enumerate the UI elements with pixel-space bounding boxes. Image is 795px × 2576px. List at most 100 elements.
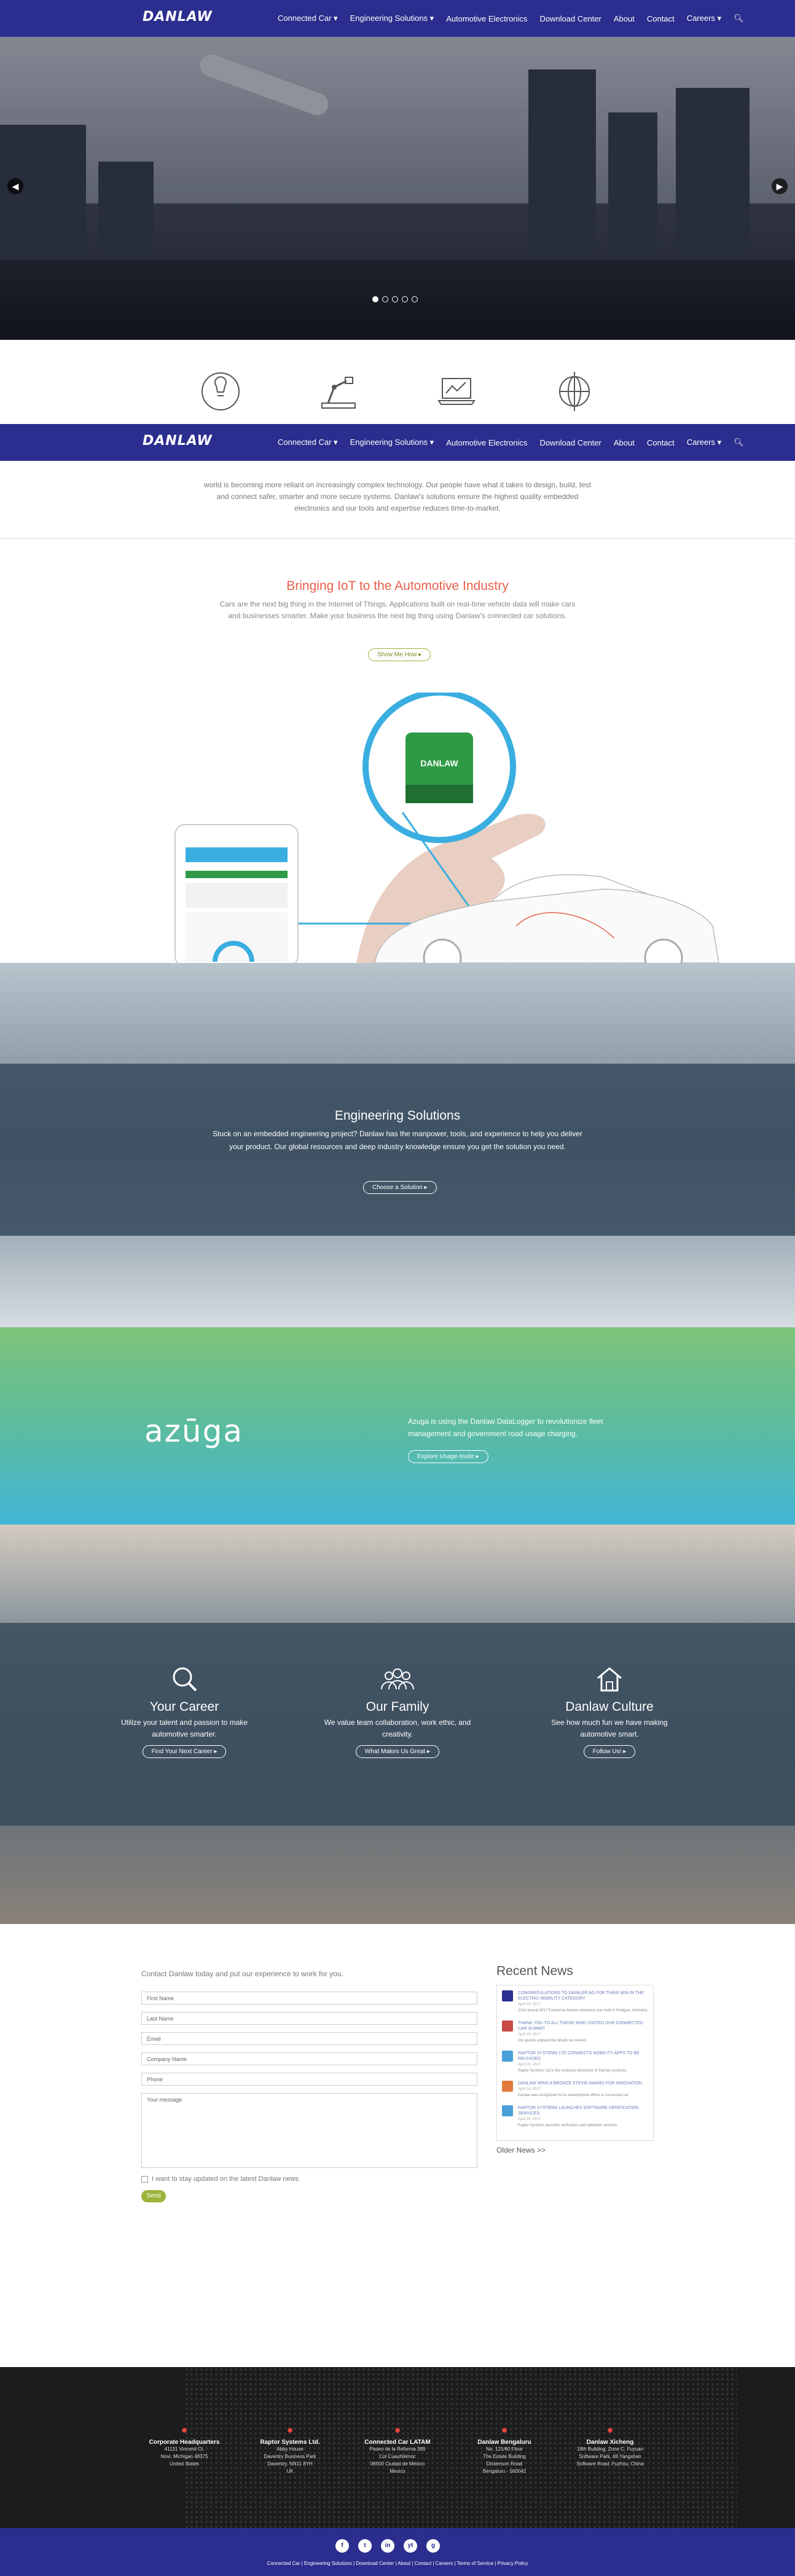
nav-careers[interactable]: Careers ▾ bbox=[687, 438, 721, 447]
news-title: Recent News bbox=[496, 1964, 573, 1978]
search-icon[interactable]: 🔍︎ bbox=[734, 438, 744, 447]
news-item[interactable]: Danlaw wins a Bronze Stevie award for in… bbox=[502, 2081, 648, 2098]
send-button[interactable]: Send bbox=[141, 2190, 166, 2202]
azuga-text: Azuga is using the Danlaw DataLogger to … bbox=[408, 1417, 603, 1438]
lightbulb-gear-icon[interactable] bbox=[198, 369, 243, 414]
choose-solution-button[interactable]: Choose a Solution ▸ bbox=[363, 1181, 437, 1194]
news-item-title[interactable]: Danlaw wins a Bronze Stevie award for in… bbox=[518, 2081, 642, 2086]
twitter-icon[interactable]: t bbox=[358, 2539, 372, 2553]
company-name-field[interactable]: Company Name bbox=[141, 2052, 477, 2065]
house-icon bbox=[597, 1667, 622, 1692]
nav-automotive-electronics[interactable]: Automotive Electronics bbox=[446, 438, 527, 447]
news-item-title[interactable]: Thank you to all those who visited our c… bbox=[518, 2020, 648, 2032]
main-menu: Connected Car ▾ Engineering Solutions ▾ … bbox=[278, 0, 744, 37]
nav-download-center[interactable]: Download Center bbox=[539, 438, 601, 447]
news-item[interactable]: Raptor Systems Ltd connects mobility app… bbox=[502, 2051, 648, 2073]
find-career-button[interactable]: Find Your Next Career ▸ bbox=[142, 1745, 227, 1758]
news-item-date: April 24, 2017 bbox=[518, 2033, 541, 2036]
nav-careers[interactable]: Careers ▾ bbox=[687, 14, 721, 23]
slide-dot[interactable] bbox=[382, 296, 388, 302]
top-nav: DANLAW Connected Car ▾ Engineering Solut… bbox=[0, 0, 795, 37]
phone-field[interactable]: Phone bbox=[141, 2073, 477, 2086]
newsletter-row: I want to stay updated on the latest Dan… bbox=[141, 2175, 477, 2183]
hero-next-arrow[interactable]: ▶ bbox=[772, 178, 788, 194]
news-item[interactable]: Thank you to all those who visited our c… bbox=[502, 2020, 648, 2043]
office-line: Software Road, Fuzhou, China bbox=[576, 2461, 644, 2467]
robot-arm-icon[interactable] bbox=[316, 369, 361, 414]
news-item-date: April 24, 2017 bbox=[518, 2063, 541, 2067]
culture-text: See how much fun we have making automoti… bbox=[551, 1718, 668, 1738]
news-item-excerpt: Danlaw was recognized for its developmen… bbox=[518, 2094, 629, 2097]
nav-contact[interactable]: Contact bbox=[647, 438, 675, 447]
nav-contact[interactable]: Contact bbox=[647, 14, 675, 23]
email-field[interactable]: Email bbox=[141, 2032, 477, 2045]
slide-dot[interactable] bbox=[402, 296, 408, 302]
sticky-nav: DANLAW Connected Car ▾ Engineering Solut… bbox=[0, 424, 795, 461]
footer-links[interactable]: Connected Car | Engineering Solutions | … bbox=[0, 2561, 795, 2566]
news-item[interactable]: Raptor Systems launches software verific… bbox=[502, 2105, 648, 2128]
nav-engineering-solutions[interactable]: Engineering Solutions ▾ bbox=[350, 14, 434, 23]
contact-title: Contact Danlaw today and put our experie… bbox=[141, 1969, 343, 1978]
danlaw-logo[interactable]: DANLAW bbox=[143, 9, 213, 25]
news-item-title[interactable]: Raptor Systems Ltd connects mobility app… bbox=[518, 2051, 648, 2062]
nav-connected-car[interactable]: Connected Car ▾ bbox=[278, 438, 338, 447]
nav-about[interactable]: About bbox=[614, 438, 635, 447]
engineering-title: Engineering Solutions bbox=[334, 1109, 461, 1123]
news-item-title[interactable]: Congratulations to Daimler AG for their … bbox=[518, 1990, 648, 2001]
news-thumbnail bbox=[502, 2081, 513, 2092]
google-plus-icon[interactable]: g bbox=[426, 2539, 440, 2553]
office-line: United States bbox=[169, 2461, 200, 2467]
nav-about[interactable]: About bbox=[614, 14, 635, 23]
slide-dot[interactable] bbox=[412, 296, 418, 302]
office-line: Software Park, #8 Yangshan bbox=[579, 2454, 641, 2459]
message-field[interactable]: Your message bbox=[141, 2093, 477, 2168]
hero-overlay bbox=[0, 37, 795, 340]
youtube-icon[interactable]: yt bbox=[404, 2539, 417, 2553]
office-line: Paseo de la Reforma 389 bbox=[369, 2446, 426, 2452]
newsletter-checkbox[interactable] bbox=[141, 2175, 148, 2183]
social-links: f t in yt g bbox=[335, 2539, 440, 2553]
newsletter-label: I want to stay updated on the latest Dan… bbox=[152, 2175, 299, 2183]
location-pin-icon: ● bbox=[181, 2424, 188, 2436]
connected-car-illustration: DANLAW bbox=[174, 693, 719, 963]
facebook-icon[interactable]: f bbox=[335, 2539, 349, 2553]
office-line: 06500 Ciudad de México bbox=[370, 2461, 425, 2467]
news-item-date: April 24, 2017 bbox=[518, 2003, 541, 2006]
office-line: No. 121/60 Floor bbox=[486, 2446, 523, 2452]
nav-engineering-solutions[interactable]: Engineering Solutions ▾ bbox=[350, 438, 434, 447]
linkedin-icon[interactable]: in bbox=[381, 2539, 394, 2553]
globe-target-icon[interactable] bbox=[552, 369, 597, 414]
slide-dot[interactable] bbox=[392, 296, 398, 302]
iot-section: Bringing IoT to the Automotive Industry … bbox=[0, 539, 795, 963]
nav-download-center[interactable]: Download Center bbox=[539, 14, 601, 23]
older-news-link[interactable]: Older News >> bbox=[496, 2146, 654, 2154]
hero-prev-arrow[interactable]: ◀ bbox=[7, 178, 23, 194]
show-me-how-button[interactable]: Show Me How ▸ bbox=[368, 648, 431, 661]
engineering-text: Stuck on an embedded engineering project… bbox=[213, 1129, 582, 1151]
search-icon[interactable]: 🔍︎ bbox=[734, 14, 744, 23]
office-line: 41131 Vincenti Ct. bbox=[164, 2446, 205, 2452]
nav-automotive-electronics[interactable]: Automotive Electronics bbox=[446, 14, 527, 23]
explore-usage-insite-button[interactable]: Explore Usage-Insite ▸ bbox=[408, 1450, 488, 1463]
first-name-field[interactable]: First Name bbox=[141, 1992, 477, 2005]
slide-dot[interactable] bbox=[372, 296, 378, 302]
career-text: Utilize your talent and passion to make … bbox=[120, 1718, 248, 1738]
office-line: UK bbox=[286, 2468, 294, 2474]
last-name-field[interactable]: Last Name bbox=[141, 2012, 477, 2025]
office-card: ● Danlaw Bengaluru No. 121/60 Floor The … bbox=[458, 2424, 550, 2475]
what-makes-us-great-button[interactable]: What Makes Us Great ▸ bbox=[355, 1745, 440, 1758]
office-card: ● Connected Car LATAM Paseo de la Reform… bbox=[351, 2424, 444, 2475]
nav-connected-car[interactable]: Connected Car ▾ bbox=[278, 14, 338, 23]
iot-text: Cars are the next big thing in the Inter… bbox=[219, 600, 576, 620]
follow-us-button[interactable]: Follow Us! ▸ bbox=[583, 1745, 636, 1758]
family-title: Our Family bbox=[366, 1700, 429, 1714]
danlaw-logo[interactable]: DANLAW bbox=[143, 433, 213, 449]
news-item-title[interactable]: Raptor Systems launches software verific… bbox=[518, 2105, 648, 2116]
office-line: Novi, Michigan 48375 bbox=[160, 2454, 208, 2459]
news-item[interactable]: Congratulations to Daimler AG for their … bbox=[502, 1990, 648, 2013]
iot-title: Bringing IoT to the Automotive Industry bbox=[286, 579, 509, 593]
laptop-chart-icon[interactable] bbox=[434, 369, 479, 414]
news-item-excerpt: Raptor Systems launches verification and… bbox=[518, 2124, 618, 2127]
azuga-logo: azūga bbox=[144, 1413, 243, 1449]
career-title: Your Career bbox=[149, 1700, 219, 1714]
